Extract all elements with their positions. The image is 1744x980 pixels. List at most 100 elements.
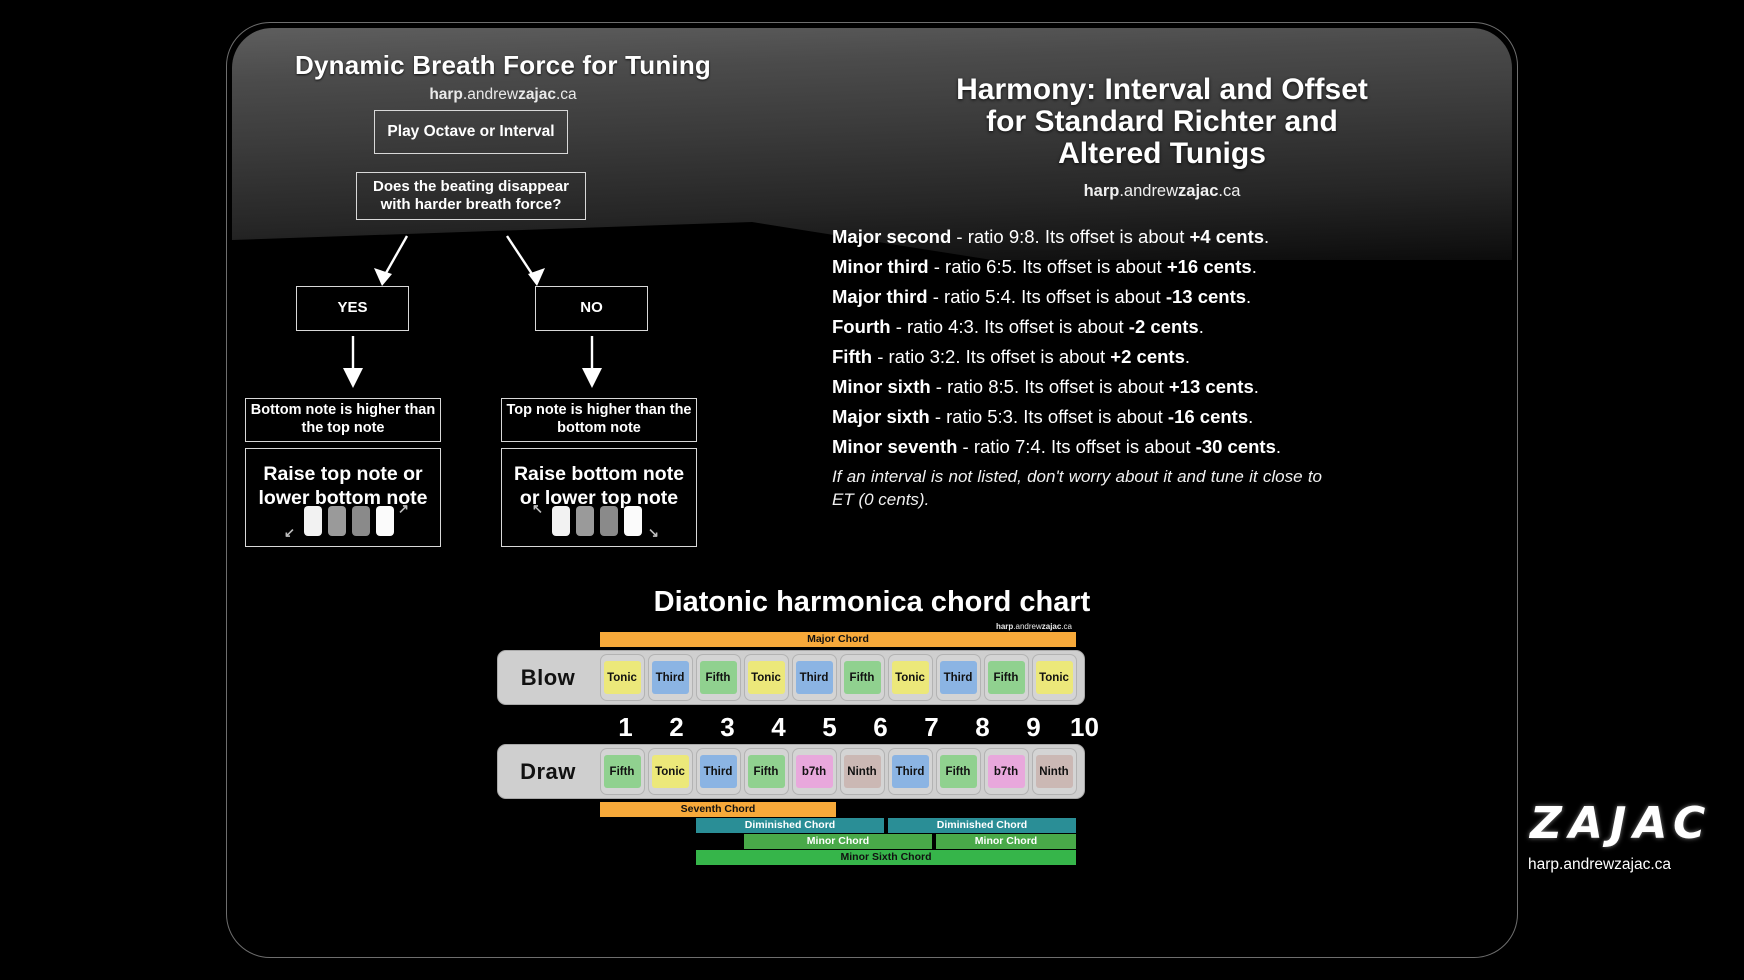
- reed-diagram-right: ↖ ↘: [502, 501, 696, 540]
- credit-andrew: .andrew: [462, 86, 519, 103]
- note-chip: Third: [651, 661, 689, 694]
- chord-band: Seventh Chord: [600, 802, 836, 817]
- flowchart-credit: harp.andrewzajac.ca: [268, 86, 738, 104]
- interval-row: Fifth - ratio 3:2. Its offset is about +…: [832, 342, 1392, 372]
- note-chip: Fifth: [939, 755, 977, 788]
- chord-cell[interactable]: Fifth: [839, 654, 885, 701]
- interval-period: .: [1275, 435, 1282, 457]
- note-chip: Fifth: [747, 755, 785, 788]
- interval-cents: +2 cents: [1110, 345, 1185, 367]
- harmony-footnote: If an interval is not listed, don't worr…: [832, 467, 1322, 509]
- chord-cell[interactable]: Tonic: [887, 654, 933, 701]
- reed-diagram-left: ↙ ↗: [246, 501, 440, 540]
- chord-band: Diminished Chord: [888, 818, 1076, 833]
- interval-period: .: [1248, 405, 1254, 427]
- chord-cell[interactable]: Third: [647, 654, 693, 701]
- reed-arrow-down-left-icon: ↙: [284, 525, 295, 540]
- note-chip: Fifth: [843, 661, 881, 694]
- hole-number: 3: [720, 712, 735, 742]
- slide-canvas: Dynamic Breath Force for Tuning harp.and…: [232, 28, 1512, 952]
- chord-cell[interactable]: Fifth: [935, 748, 981, 795]
- interval-cents: -13 cents: [1165, 285, 1247, 307]
- chord-cell[interactable]: b7th: [791, 748, 837, 795]
- blow-row: Blow Tonic Third Fifth Tonic Third Fifth Tonic T…: [497, 650, 1085, 705]
- flowchart-start-box[interactable]: Play Octave or Interval: [374, 110, 568, 154]
- chord-cell[interactable]: Third: [695, 748, 741, 795]
- interval-name: Major sixth: [832, 405, 935, 427]
- interval-row: Minor sixth - ratio 8:5. Its offset is a…: [832, 372, 1392, 402]
- reed-2-icon: [328, 506, 346, 536]
- chord-cell[interactable]: Fifth: [983, 654, 1029, 701]
- draw-row-label: Draw: [520, 758, 576, 784]
- site-url: harp.andrewzajac.ca: [1528, 856, 1672, 873]
- chord-cell[interactable]: Fifth: [599, 748, 645, 795]
- flowchart-title: Dynamic Breath Force for Tuning: [295, 50, 711, 80]
- reed-3-icon: [352, 506, 370, 536]
- interval-name: Fifth: [832, 345, 873, 367]
- chord-band: Major Chord: [600, 632, 1076, 647]
- interval-row: Major sixth - ratio 5:3. Its offset is a…: [832, 402, 1392, 432]
- credit-harp: harp: [1083, 182, 1120, 200]
- chord-band: Diminished Chord: [696, 818, 884, 833]
- chord-cell[interactable]: Ninth: [1031, 748, 1077, 795]
- hole-numbers: 1 2 3 4 5 6 7 8 9 10: [600, 712, 1512, 743]
- chord-cell[interactable]: Ninth: [839, 748, 885, 795]
- reed-arrow-up-right-icon: ↗: [398, 501, 409, 516]
- interval-ratio: - ratio 9:8. Its offset is about: [951, 226, 1190, 247]
- interval-cents: +13 cents: [1168, 375, 1254, 397]
- chord-cell[interactable]: Tonic: [599, 654, 645, 701]
- reed-2-icon: [576, 506, 594, 536]
- interval-cents: -30 cents: [1195, 435, 1276, 457]
- credit-andrew: .andrew: [1013, 622, 1042, 631]
- interval-period: .: [1198, 315, 1204, 337]
- chord-cell[interactable]: Third: [887, 748, 933, 795]
- draw-row: Draw Fifth Tonic Third Fifth b7th Ninth Third Fi…: [497, 744, 1085, 799]
- flowchart-question-box[interactable]: Does the beating disappear with harder b…: [356, 172, 586, 220]
- interval-name: Major second: [832, 226, 952, 247]
- flowchart-yes-box[interactable]: YES: [296, 286, 409, 331]
- flowchart-yes-action-box: Raise top note or lower bottom note ↙ ↗: [245, 448, 441, 547]
- hole-number: 5: [822, 712, 837, 742]
- interval-period: .: [1253, 375, 1259, 397]
- chord-cell[interactable]: Third: [791, 654, 837, 701]
- chord-cell[interactable]: b7th: [983, 748, 1029, 795]
- harmony-title-line-1: Harmony: Interval and Offset: [956, 73, 1368, 106]
- reed-arrow-up-left-icon: ↖: [532, 501, 543, 516]
- reed-arrow-down-right-icon: ↘: [648, 525, 659, 540]
- chord-cell[interactable]: Fifth: [743, 748, 789, 795]
- flowchart-no-box[interactable]: NO: [535, 286, 648, 331]
- interval-ratio: - ratio 7:4. Its offset is about: [957, 435, 1196, 457]
- note-chip: Third: [699, 755, 737, 788]
- credit-ca: .ca: [1218, 182, 1241, 200]
- chord-band: Minor Chord: [936, 834, 1076, 849]
- note-chip: Tonic: [1035, 661, 1073, 694]
- note-chip: Fifth: [987, 661, 1025, 694]
- reed-4-icon: [624, 506, 642, 536]
- chord-chart-credit: harp.andrewzajac.ca: [952, 622, 1072, 631]
- credit-zajac: zajac: [518, 86, 556, 103]
- hole-number: 10: [1070, 712, 1099, 742]
- interval-period: .: [1246, 285, 1252, 307]
- chord-cell[interactable]: Third: [935, 654, 981, 701]
- chord-chart: Major Chord Blow Tonic Third Fifth Tonic Third…: [232, 632, 1512, 865]
- chord-cell[interactable]: Tonic: [1031, 654, 1077, 701]
- hole-number: 8: [975, 712, 990, 742]
- note-chip: Third: [795, 661, 833, 694]
- chord-cell[interactable]: Fifth: [695, 654, 741, 701]
- chord-cell[interactable]: Tonic: [647, 748, 693, 795]
- note-chip: Third: [891, 755, 929, 788]
- note-chip: b7th: [987, 755, 1025, 788]
- chord-cell[interactable]: Tonic: [743, 654, 789, 701]
- credit-harp: harp: [995, 622, 1014, 631]
- note-chip: Fifth: [699, 661, 737, 694]
- reed-3-icon: [600, 506, 618, 536]
- interval-name: Major third: [832, 285, 928, 307]
- credit-zajac: zajac: [1178, 182, 1219, 200]
- note-chip: Third: [939, 661, 977, 694]
- interval-row: Minor seventh - ratio 7:4. Its offset is…: [832, 432, 1392, 462]
- interval-row: Major third - ratio 5:4. Its offset is a…: [832, 282, 1392, 312]
- zajac-logo: ZAJAC: [1530, 798, 1713, 849]
- interval-name: Minor third: [832, 255, 929, 277]
- flowchart-no-action-box: Raise bottom note or lower top note ↖ ↘: [501, 448, 697, 547]
- interval-row: Major second - ratio 9:8. Its offset is …: [832, 222, 1392, 252]
